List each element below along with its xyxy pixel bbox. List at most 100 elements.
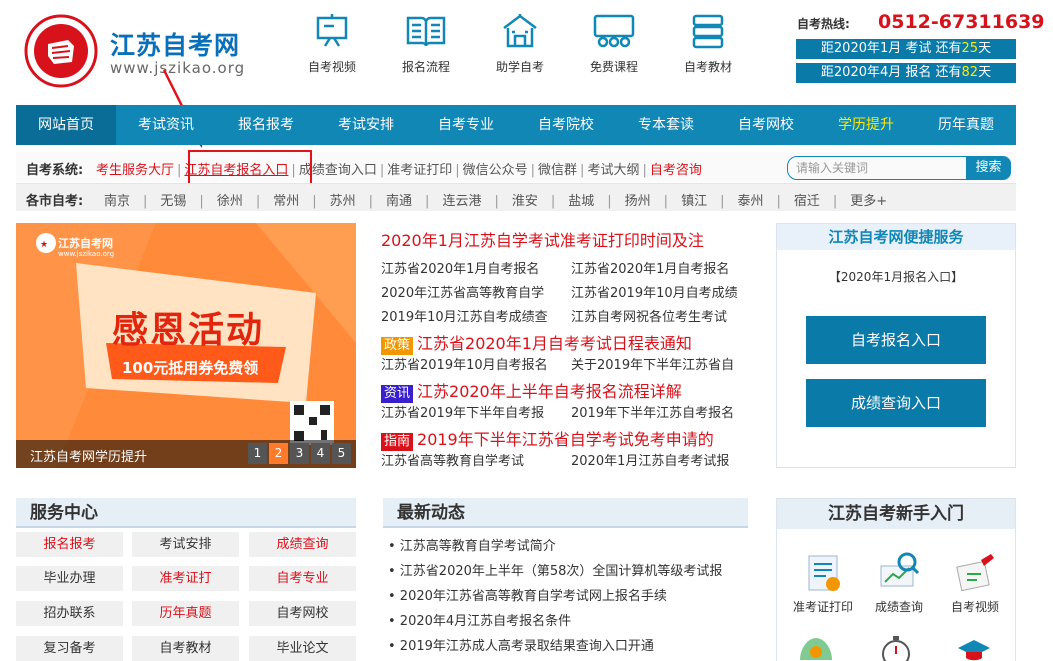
latest-news-title: 最新动态: [383, 498, 748, 528]
news-link[interactable]: 江苏省2019年10月自考报名: [381, 358, 548, 373]
news-link[interactable]: 江苏省高等教育自学考试: [381, 454, 524, 469]
service-item[interactable]: 招办联系: [16, 601, 123, 626]
service-item[interactable]: 准考证打: [132, 566, 239, 591]
site-logo-seal[interactable]: [24, 14, 98, 88]
service-item[interactable]: 毕业论文: [249, 636, 356, 661]
easel-icon: [316, 14, 348, 47]
header-link-process[interactable]: 报名流程: [386, 12, 466, 75]
classroom-icon: [593, 14, 635, 48]
banner-page-5[interactable]: 5: [332, 443, 351, 464]
latest-news-item[interactable]: • 江苏高等教育自学考试简介: [388, 535, 556, 554]
city-link[interactable]: 盐城: [568, 190, 594, 209]
registration-countdown: 距2020年4月 报名 还有82天: [796, 63, 1016, 83]
header-link-label: 免费课程: [589, 60, 638, 74]
city-more-link[interactable]: 更多+: [850, 190, 887, 209]
news-link[interactable]: 江苏自考网祝各位考生考试: [571, 306, 727, 325]
news-link[interactable]: 关于2019年下半年江苏省自: [571, 354, 734, 373]
header-link-textbooks[interactable]: 自考教材: [668, 12, 748, 75]
news-link[interactable]: 2020年江苏省高等教育自学: [381, 286, 544, 301]
link-service-hall[interactable]: 考生服务大厅: [96, 163, 174, 178]
news-headline[interactable]: 指南 2019年下半年江苏省自学考试免考申请的: [381, 426, 714, 451]
system-links: 考生服务大厅 | 江苏自考报名入口 | 成绩查询入口 | 准考证打印 | 微信公众号 | 微信群 | 考…: [96, 163, 702, 178]
service-item[interactable]: 成绩查询: [249, 532, 356, 557]
service-item[interactable]: 报名报考: [16, 532, 123, 557]
banner-page-4[interactable]: 4: [311, 443, 330, 464]
header-link-label: 自考视频: [307, 60, 356, 74]
header-link-study[interactable]: 助学自考: [480, 12, 560, 75]
beginner-video[interactable]: 自考视频: [940, 550, 1010, 615]
service-item[interactable]: 毕业办理: [16, 566, 123, 591]
banner-page-1[interactable]: 1: [248, 443, 267, 464]
graduation-icon: [958, 640, 990, 661]
nav-degree-upgrade[interactable]: 学历提升: [816, 105, 916, 145]
nav-majors[interactable]: 自考专业: [416, 105, 516, 145]
city-link[interactable]: 镇江: [681, 190, 707, 209]
news-link[interactable]: 江苏省2020年1月自考报名: [571, 258, 729, 277]
news-link[interactable]: 2019年下半年江苏自考报名: [571, 402, 734, 421]
main-nav: 网站首页 考试资讯 报名报考 考试安排 自考专业 自考院校 专本套读 自考网校 …: [16, 105, 1016, 145]
link-consult[interactable]: 自考咨询: [650, 163, 702, 178]
search-input[interactable]: 请输入关键词: [787, 156, 967, 180]
promo-banner[interactable]: ★ 江苏自考网 www.jszikao.org 感恩活动 100元抵用券免费领: [16, 223, 356, 468]
nav-exam-news[interactable]: 考试资讯: [116, 105, 216, 145]
city-link[interactable]: 徐州: [217, 190, 243, 209]
nav-combined-degree[interactable]: 专本套读: [616, 105, 716, 145]
header-link-video[interactable]: 自考视频: [292, 12, 372, 75]
city-link[interactable]: 南通: [386, 190, 412, 209]
highlight-box: [188, 150, 312, 186]
notepad-pen-icon: [956, 554, 994, 592]
banner-page-3[interactable]: 3: [290, 443, 309, 464]
nav-schools[interactable]: 自考院校: [516, 105, 616, 145]
latest-news-item[interactable]: • 江苏省2020年上半年（第58次）全国计算机等级考试报: [388, 560, 722, 579]
city-link[interactable]: 连云港: [442, 190, 481, 209]
latest-news-item[interactable]: • 2019年江苏成人高考录取结果查询入口开通: [388, 635, 654, 654]
quick-service-subtitle[interactable]: 【2020年1月报名入口】: [776, 268, 1016, 285]
news-headline[interactable]: 2020年1月江苏自学考试准考证打印时间及注: [381, 227, 704, 251]
city-bar: 各市自考: 南京 | 无锡 | 徐州 | 常州 | 苏州 | 南通 | 连云港 | 淮安 | 盐城 | 扬州 | 镇江 |…: [16, 183, 1016, 211]
city-link[interactable]: 宿迁: [794, 190, 820, 209]
news-row: 江苏省2020年1月自考报名 江苏省2020年1月自考报名: [381, 258, 729, 277]
banner-page-2[interactable]: 2: [269, 443, 288, 464]
news-link[interactable]: 江苏省2019年下半年自考报: [381, 406, 544, 421]
news-headline[interactable]: 政策 江苏省2020年1月自考考试日程表通知: [381, 330, 692, 355]
city-link[interactable]: 苏州: [330, 190, 356, 209]
news-link[interactable]: 江苏省2020年1月自考报名: [381, 262, 539, 277]
link-syllabus[interactable]: 考试大纲: [587, 163, 639, 178]
news-link[interactable]: 2019年10月江苏自考成绩查: [381, 310, 548, 325]
latest-news-item[interactable]: • 2020年4月江苏自考报名条件: [388, 610, 571, 629]
service-item[interactable]: 历年真题: [132, 601, 239, 626]
beginner-score-query[interactable]: 成绩查询: [864, 550, 934, 615]
latest-news-item[interactable]: • 2020年江苏省高等教育自学考试网上报名手续: [388, 585, 667, 604]
registration-entry-button[interactable]: 自考报名入口: [806, 316, 986, 364]
city-link[interactable]: 无锡: [160, 190, 186, 209]
quick-service-title: 江苏自考网便捷服务: [777, 224, 1015, 250]
news-link[interactable]: 2020年1月江苏自考考试报: [571, 450, 729, 469]
news-link[interactable]: 江苏省2019年10月自考成绩: [571, 282, 738, 301]
header-link-label: 报名流程: [401, 60, 450, 74]
nav-past-papers[interactable]: 历年真题: [916, 105, 1016, 145]
news-headline[interactable]: 资讯 江苏2020年上半年自考报名流程详解: [381, 378, 682, 403]
site-name[interactable]: 江苏自考网: [110, 26, 240, 62]
nav-registration[interactable]: 报名报考: [216, 105, 316, 145]
link-admission-ticket[interactable]: 准考证打印: [387, 163, 452, 178]
beginner-admission-ticket[interactable]: 准考证打印: [788, 550, 858, 615]
search-button[interactable]: 搜索: [966, 156, 1011, 180]
service-item[interactable]: 自考网校: [249, 601, 356, 626]
news-row: 2019年10月江苏自考成绩查 江苏自考网祝各位考生考试: [381, 306, 727, 325]
score-query-button[interactable]: 成绩查询入口: [806, 379, 986, 427]
city-link[interactable]: 淮安: [512, 190, 538, 209]
nav-home[interactable]: 网站首页: [16, 105, 116, 145]
city-link[interactable]: 常州: [273, 190, 299, 209]
service-item[interactable]: 自考专业: [249, 566, 356, 591]
service-item[interactable]: 自考教材: [132, 636, 239, 661]
service-item[interactable]: 复习备考: [16, 636, 123, 661]
city-link[interactable]: 南京: [104, 190, 130, 209]
link-wechat-group[interactable]: 微信群: [538, 163, 577, 178]
service-item[interactable]: 考试安排: [132, 532, 239, 557]
nav-online-school[interactable]: 自考网校: [716, 105, 816, 145]
nav-exam-schedule[interactable]: 考试安排: [316, 105, 416, 145]
city-link[interactable]: 扬州: [625, 190, 651, 209]
city-link[interactable]: 泰州: [737, 190, 763, 209]
header-link-courses[interactable]: 免费课程: [574, 12, 654, 75]
link-wechat-official[interactable]: 微信公众号: [463, 163, 528, 178]
